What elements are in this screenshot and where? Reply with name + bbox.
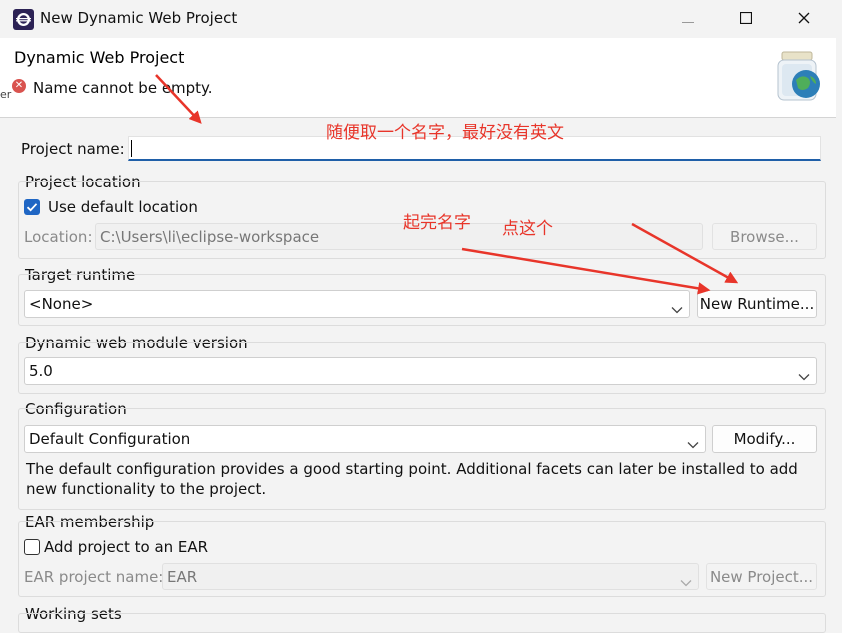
annotation-after-name: 起完名字 (403, 213, 471, 233)
annotation-arrow-click-this (631, 222, 739, 284)
annotation-arrows (155, 74, 739, 295)
annotation-arrow-after-name (461, 247, 711, 295)
annotation-click-this: 点这个 (502, 219, 553, 239)
annotation-arrow-project-name (155, 74, 202, 124)
annotation-name-hint: 随便取一个名字，最好没有英文 (326, 123, 564, 143)
